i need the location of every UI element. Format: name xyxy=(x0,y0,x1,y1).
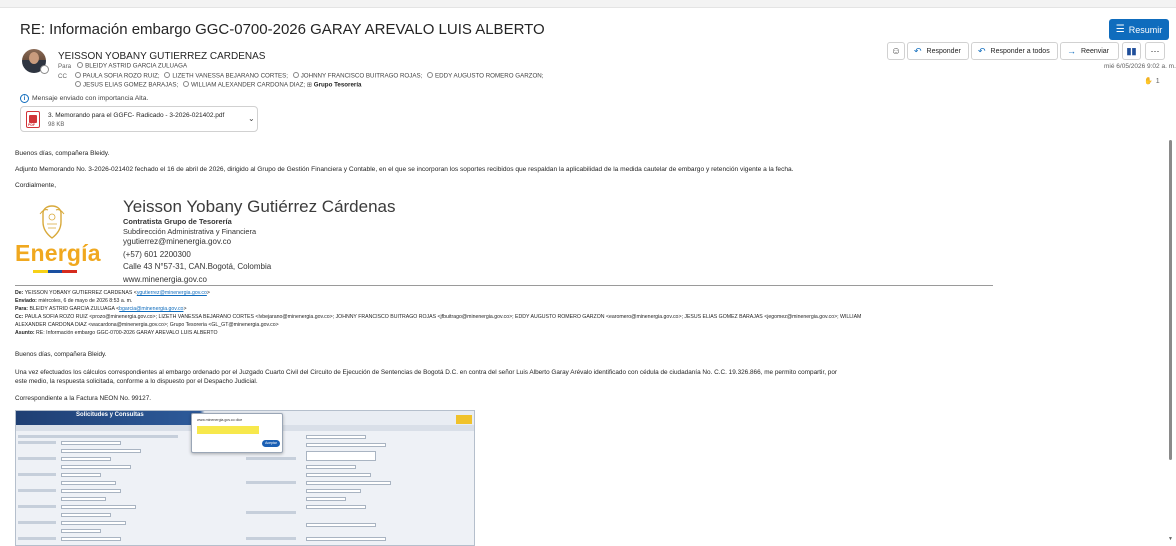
scroll-down-icon[interactable]: ▼ xyxy=(1168,536,1173,542)
summarize-button[interactable]: ☰ Resumir xyxy=(1109,19,1169,40)
body-paragraph: Adjunto Memorando No. 3-2026-021402 fech… xyxy=(15,166,794,173)
energia-logo: Energía xyxy=(15,204,101,280)
body-closing: Cordialmente, xyxy=(15,182,57,189)
like-count: 1 xyxy=(1155,78,1160,85)
fw-cc: Cc: PAULA SOFIA ROZO RUIZ <prozo@minener… xyxy=(15,314,862,320)
importance-notice: i Mensaje enviado con importancia Alta. xyxy=(20,94,148,103)
reply-label: Responder xyxy=(926,47,961,55)
signature-phone: (+57) 601 2200300 xyxy=(123,250,191,259)
energia-wordmark: Energía xyxy=(15,240,101,266)
embedded-title: Solicitudes y Consultas xyxy=(76,412,144,418)
attachment-size: 98 KB xyxy=(48,122,65,128)
more-actions-button[interactable]: ⋯ xyxy=(1145,42,1165,60)
forward-label: Reenviar xyxy=(1081,47,1110,55)
recipient-cc[interactable]: WILLIAM ALEXANDER CARDONA DIAZ; xyxy=(191,82,305,89)
recipient-cc[interactable]: JESUS ELIAS GOMEZ BARAJAS; xyxy=(83,82,178,89)
info-icon: i xyxy=(20,94,29,103)
fw-greeting: Buenos días, compañera Bleidy. xyxy=(15,351,107,358)
sender-name[interactable]: YEISSON YOBANY GUTIERREZ CARDENAS xyxy=(58,51,265,62)
attachment-card[interactable]: PDF 3. Memorando para el GGFC- Radicado … xyxy=(20,106,258,132)
summarize-label: Resumir xyxy=(1128,24,1163,35)
reply-all-label: Responder a todos xyxy=(990,47,1050,55)
signature-role: Contratista Grupo de Tesorería xyxy=(123,217,232,226)
thumbs-up-icon: ✋ xyxy=(1144,78,1153,85)
fw-sent: Enviado: miércoles, 6 de mayo de 2026 8:… xyxy=(15,298,133,304)
divider xyxy=(15,285,993,286)
chevron-down-icon[interactable]: ⌄ xyxy=(248,114,255,123)
cc-line-2: JESUS ELIAS GOMEZ BARAJAS; WILLIAM ALEXA… xyxy=(72,81,361,89)
pdf-icon: PDF xyxy=(26,111,40,128)
attachment-name: 3. Memorando para el GGFC- Radicado - 3-… xyxy=(48,112,225,119)
more-icon: ⋯ xyxy=(1150,45,1160,56)
to-label: Para xyxy=(58,62,72,70)
cc-label: CC xyxy=(58,72,67,80)
forward-icon: → xyxy=(1067,46,1076,56)
smiley-icon: ☺ xyxy=(890,45,902,57)
summarize-icon: ☰ xyxy=(1115,24,1125,35)
importance-text: Mensaje enviado con importancia Alta. xyxy=(32,95,149,102)
signature-department: Subdirección Administrativa y Financiera xyxy=(123,227,257,236)
coat-of-arms-icon xyxy=(39,205,65,239)
fw-paragraph: Una vez efectuados los cálculos correspo… xyxy=(15,369,838,385)
fw-from-email[interactable]: ygutierrez@minenergia.gov.co xyxy=(137,290,207,296)
reply-all-icon: ↶ xyxy=(978,45,986,56)
fw-invoice: Correspondiente a la Factura NEON No. 99… xyxy=(15,395,152,402)
recipient-cc[interactable]: EDDY AUGUSTO ROMERO GARZON; xyxy=(435,73,543,80)
reply-all-button[interactable]: ↶ Responder a todos xyxy=(971,42,1058,60)
reply-button[interactable]: ↶ Responder xyxy=(907,42,969,60)
flag-stripe xyxy=(33,270,78,273)
presence-icon xyxy=(40,65,49,74)
recipient-to[interactable]: BLEIDY ASTRID GARCIA ZULUAGA xyxy=(85,63,187,70)
vertical-scrollbar[interactable]: ▼ xyxy=(1168,140,1174,542)
embedded-alert-dialog: www.minenergia.gov.co dice Aceptar xyxy=(191,413,283,453)
signature-name: Yeisson Yobany Gutiérrez Cárdenas xyxy=(123,197,396,216)
scrollbar-thumb[interactable] xyxy=(1169,140,1172,460)
body-greeting: Buenos días, compañera Bleidy. xyxy=(15,150,110,157)
teams-button[interactable]: ▮▮ xyxy=(1122,42,1141,60)
recipient-cc[interactable]: PAULA SOFIA ROZO RUIZ; xyxy=(83,73,160,80)
to-line: Para BLEIDY ASTRID GARCIA ZULUAGA xyxy=(58,62,187,70)
recipient-cc[interactable]: LIZETH VANESSA BEJARANO CORTES; xyxy=(172,73,288,80)
embedded-screenshot[interactable]: Solicitudes y Consultas www.minenergia.g… xyxy=(15,410,475,546)
signature-website[interactable]: www.minenergia.gov.co xyxy=(123,275,207,284)
reaction-count[interactable]: ✋ 1 xyxy=(1144,77,1160,85)
email-datetime: mié 6/05/2026 9:02 a. m. xyxy=(1104,63,1176,70)
forward-button[interactable]: → Reenviar xyxy=(1060,42,1119,60)
fw-to: Para: BLEIDY ASTRID GARCIA ZULUAGA <bgar… xyxy=(15,306,187,312)
cc-line: CC PAULA SOFIA ROZO RUIZ; LIZETH VANESSA… xyxy=(58,72,543,80)
fw-from: De: YEISSON YOBANY GUTIERREZ CARDENAS <y… xyxy=(15,290,210,296)
emoji-reaction-button[interactable]: ☺ xyxy=(887,42,905,60)
fw-to-email[interactable]: bgarcia@minenergia.gov.co xyxy=(119,306,183,312)
email-subject: RE: Información embargo GGC-0700-2026 GA… xyxy=(20,21,545,38)
signature-address: Calle 43 N°57-31, CAN.Bogotá, Colombia xyxy=(123,262,272,271)
recipient-group[interactable]: Grupo Tesorería xyxy=(314,82,362,89)
fw-subject: Asunto: RE: Información embargo GGC-0700… xyxy=(15,330,218,336)
teams-icon: ▮▮ xyxy=(1126,45,1137,56)
group-icon: ⊞ xyxy=(306,81,313,89)
reply-icon: ↶ xyxy=(914,45,922,56)
fw-cc-cont: ALEXANDER CARDONA DIAZ <wacardona@minene… xyxy=(15,322,279,328)
top-strip xyxy=(0,0,1176,8)
recipient-cc[interactable]: JOHNNY FRANCISCO BUITRAGO ROJAS; xyxy=(301,73,423,80)
signature-email[interactable]: ygutierrez@minenergia.gov.co xyxy=(123,237,231,246)
